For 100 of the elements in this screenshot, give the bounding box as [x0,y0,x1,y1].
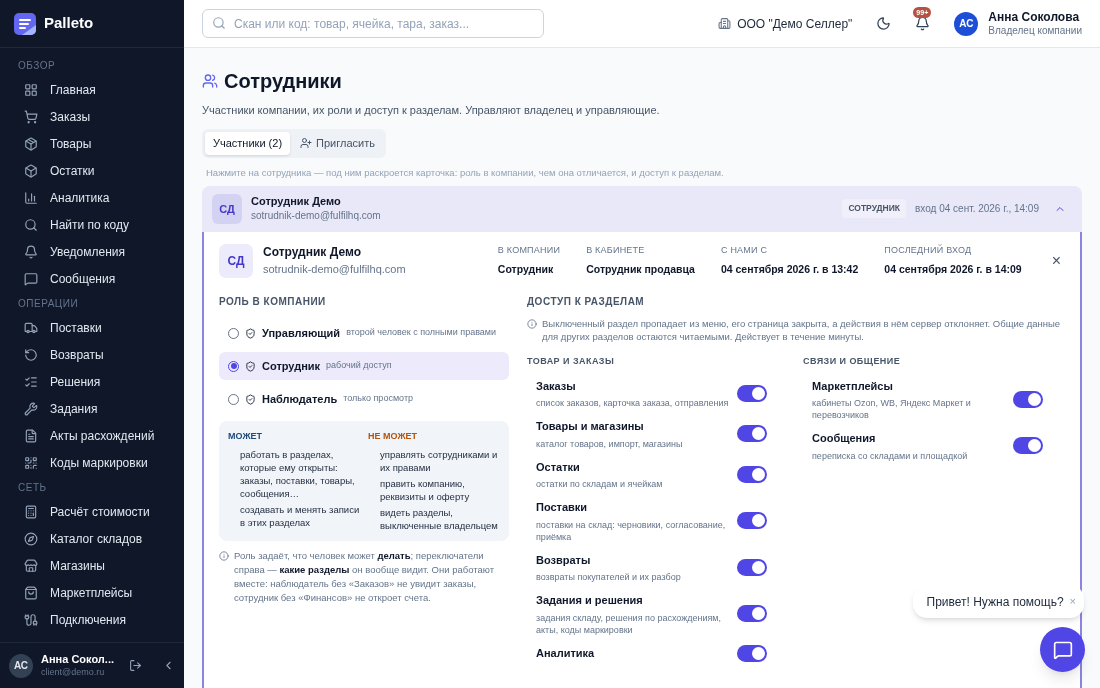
sidebar-item[interactable]: Товары [10,130,174,157]
sidebar-item[interactable]: Коды маркировки [10,449,174,476]
meta-value: Сотрудник продавца [586,262,695,278]
role-note: Роль задаёт, что человек может делать; переключатели справа — какие разделы он вообще видит. Они работают вместе: наблюдатель без «Заказов» не увидит заказы, сотрудник без «Финансов» не откроет счета. [234,548,496,605]
grid-icon [24,82,38,97]
sidebar-item[interactable]: Аналитика [10,184,174,211]
group-heading: ТОВАР И ЗАКАЗЫ [527,355,616,368]
toggle-switch[interactable] [1013,390,1043,408]
toggle-switch[interactable] [737,644,767,662]
role-description: только просмотр [343,392,413,406]
sidebar-item[interactable]: Поставки [10,314,174,341]
role-option[interactable]: Сотрудник рабочий доступ [219,352,509,380]
logo-icon [14,12,36,35]
close-button[interactable]: × [1047,248,1065,273]
member-email: sotrudnik-demo@fulfilhq.com [251,210,381,223]
group-heading: СВЯЗИ И ОБЩЕНИЕ [803,355,902,368]
role-option[interactable]: Управляющий второй человек с полными правами [219,319,509,347]
meta-value: Сотрудник [497,262,555,278]
qr-code-icon [24,455,38,470]
sidebar-item[interactable]: Остатки [10,157,174,184]
permission-text: создавать и менять записи в этих разделах [240,502,360,529]
meta-value: 04 сентября 2026 г. в 13:42 [720,262,859,278]
tab[interactable]: Участники (2) [205,131,291,155]
cart-icon [24,109,38,124]
cable-icon [24,612,38,627]
building-icon [718,17,732,30]
section-heading: СЕТЬ [17,480,48,495]
page-title: Сотрудники [224,69,342,94]
toggle-switch[interactable] [737,465,767,483]
user-role: Владелец компании [988,24,1082,38]
info-icon [219,550,229,561]
brand-name: Palleto [44,13,94,34]
sidebar-item[interactable]: Найти по коду [10,211,174,238]
chat-greeting: Привет! Нужна помощь? [926,593,1064,611]
sidebar-item[interactable]: Возвраты [10,341,174,368]
calculator-icon [24,504,38,519]
section-name: Возвраты [536,552,592,568]
section-name: Маркетплейсы [812,378,894,394]
toggle-switch[interactable] [737,558,767,576]
section-description: возвраты покупателей и их разбор [536,571,682,583]
company-selector[interactable]: ООО "Демо Селлер" [718,14,853,33]
sidebar-item[interactable]: Решения [10,368,174,395]
toggle-switch[interactable] [737,605,767,623]
role-badge: СОТРУДНИК [842,199,906,219]
meta-label: С НАМИ С [720,243,769,257]
meta-value: 04 сентября 2026 г. в 14:09 [884,262,1022,278]
role-option[interactable]: Наблюдатель только просмотр [219,385,509,413]
member-name: Сотрудник Демо [251,194,342,209]
user-email: client@demo.ru [41,666,106,678]
message-icon [24,271,38,286]
sidebar-item[interactable]: Подключения [10,606,174,633]
role-name: Сотрудник [262,358,321,374]
toggle-switch[interactable] [737,512,767,530]
section-name: Задания и решения [536,593,644,608]
chat-icon [1052,639,1073,660]
sidebar-item[interactable]: Акты расхождений [10,422,174,449]
search-field[interactable]: Скан или код: товар, ячейка, тара, заказ... [202,9,544,38]
bell-icon[interactable] [915,16,931,31]
sidebar-item[interactable]: Магазины [10,552,174,579]
section-name: Аналитика [536,645,596,661]
toggle-switch[interactable] [737,384,767,402]
section-description: переписка со складами и площадкой [812,449,969,462]
section-name: Товары и магазины [536,419,645,434]
member-row[interactable]: СД Сотрудник Демо sotrudnik-demo@fulfilhq.com СОТРУДНИК вход 04 сент. 2026 г., 14:09 [202,185,1082,232]
section-description: поставки на склад: черновики, согласование, приёмка [536,518,727,543]
sidebar-item[interactable]: Уведомления [10,238,174,265]
role-name: Наблюдатель [262,391,338,407]
sidebar-item[interactable]: Сообщения [10,265,174,292]
user-name: Анна Соколова [988,9,1081,25]
tab[interactable]: Пригласить [292,131,383,155]
logout-icon[interactable] [129,659,142,672]
section-name: Остатки [536,459,581,475]
search-icon [24,217,38,232]
bar-chart-icon [24,190,38,205]
info-icon [527,319,537,329]
truck-icon [24,320,38,335]
sidebar-item[interactable]: Задания [10,395,174,422]
bag-icon [24,585,38,600]
section-description: кабинеты Ozon, WB, Яндекс Маркет и перевозчиков [812,397,972,421]
sidebar-item[interactable]: Заказы [10,103,174,130]
package-icon [24,136,38,151]
sidebar-item[interactable]: Маркетплейсы [10,579,174,606]
member-name: Сотрудник Демо [263,245,362,260]
rotate-icon [24,347,38,362]
sidebar-item[interactable]: Каталог складов [10,525,174,552]
avatar: СД [212,193,242,224]
toggle-switch[interactable] [737,425,767,443]
section-name: Сообщения [812,431,877,446]
member-email: sotrudnik-demo@fulfilhq.com [263,263,406,277]
role-description: второй человек с полными правами [346,326,497,340]
shield-icon [245,360,256,372]
section-heading: РОЛЬ В КОМПАНИИ [219,295,327,309]
section-name: Поставки [536,500,589,515]
avatar: АС [954,11,979,36]
sidebar-item[interactable]: Главная [10,76,174,103]
meta-label: ПОСЛЕДНИЙ ВХОД [884,243,973,257]
toggle-switch[interactable] [1013,437,1043,455]
sidebar-item[interactable]: Расчёт стоимости [10,498,174,525]
theme-icon[interactable] [876,16,892,31]
shield-icon [245,327,256,339]
